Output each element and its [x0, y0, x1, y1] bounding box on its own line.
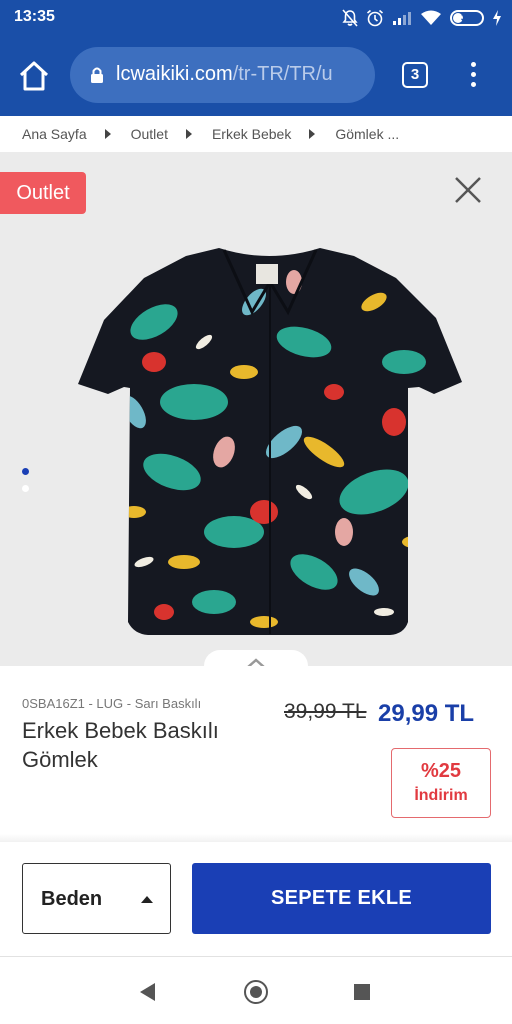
product-title: Erkek Bebek Baskılı Gömlek: [22, 718, 219, 772]
alarm-icon: [366, 9, 384, 27]
lock-icon: [91, 67, 103, 83]
caret-up-icon: [141, 896, 153, 903]
breadcrumb: Ana Sayfa Outlet Erkek Bebek Gömlek ...: [0, 116, 512, 152]
discount-badge: %25 İndirim: [391, 748, 491, 818]
breadcrumb-separator: [185, 129, 192, 139]
url-text: lcwaikiki.com/tr-TR/TR/u: [116, 63, 333, 86]
system-nav-bar: [0, 956, 512, 1024]
recents-icon[interactable]: [354, 984, 370, 1000]
new-price: 29,99 TL: [378, 700, 475, 727]
home-circle-icon[interactable]: [244, 980, 268, 1004]
breadcrumb-separator: [309, 129, 316, 139]
home-icon[interactable]: [16, 58, 52, 94]
pagination-dot-active[interactable]: [22, 468, 29, 475]
gallery-pagination: [22, 468, 29, 502]
back-icon[interactable]: [140, 983, 155, 1001]
url-field[interactable]: lcwaikiki.com/tr-TR/TR/u: [70, 47, 375, 103]
status-icons: 34: [342, 7, 502, 29]
product-sku: 0SBA16Z1 - LUG - Sarı Baskılı: [22, 696, 202, 711]
wifi-icon: [421, 10, 441, 25]
product-gallery[interactable]: Outlet: [0, 152, 512, 666]
action-bar: Beden SEPETE EKLE: [0, 842, 512, 956]
breadcrumb-item-outlet[interactable]: Outlet: [131, 126, 168, 142]
discount-label: İndirim: [414, 787, 468, 804]
size-select-label: Beden: [41, 888, 103, 910]
breadcrumb-item-erkek-bebek[interactable]: Erkek Bebek: [212, 126, 291, 142]
status-time: 13:35: [14, 8, 55, 25]
size-select[interactable]: Beden: [22, 863, 171, 934]
product-info: 0SBA16Z1 - LUG - Sarı Baskılı Erkek Bebe…: [0, 666, 512, 840]
pagination-dot[interactable]: [22, 485, 29, 492]
old-price: 39,99 TL: [284, 700, 367, 723]
charging-icon: [493, 10, 501, 26]
battery-icon: 34: [450, 10, 484, 26]
details-toggle[interactable]: [204, 650, 308, 666]
close-icon[interactable]: [452, 174, 484, 206]
mute-bell-icon: [342, 9, 358, 27]
breadcrumb-item-gomlek[interactable]: Gömlek ...: [335, 126, 399, 142]
cell-signal-icon: [393, 12, 411, 25]
url-host: lcwaikiki.com: [116, 63, 233, 85]
discount-percent: %25: [420, 760, 462, 782]
breadcrumb-separator: [104, 129, 111, 139]
product-image: [78, 248, 462, 635]
status-bar: 13:35 34: [0, 0, 512, 34]
battery-level: 34: [460, 12, 474, 24]
breadcrumb-item-home[interactable]: Ana Sayfa: [22, 126, 87, 142]
tabs-icon[interactable]: 3: [402, 62, 428, 88]
url-path: /tr-TR/TR/u: [232, 63, 333, 85]
add-to-cart-button[interactable]: SEPETE EKLE: [192, 863, 491, 934]
outlet-badge: Outlet: [0, 172, 86, 214]
more-vert-icon[interactable]: [463, 60, 483, 92]
browser-toolbar: lcwaikiki.com/tr-TR/TR/u 3: [0, 34, 512, 116]
chevron-up-icon: [247, 658, 265, 666]
